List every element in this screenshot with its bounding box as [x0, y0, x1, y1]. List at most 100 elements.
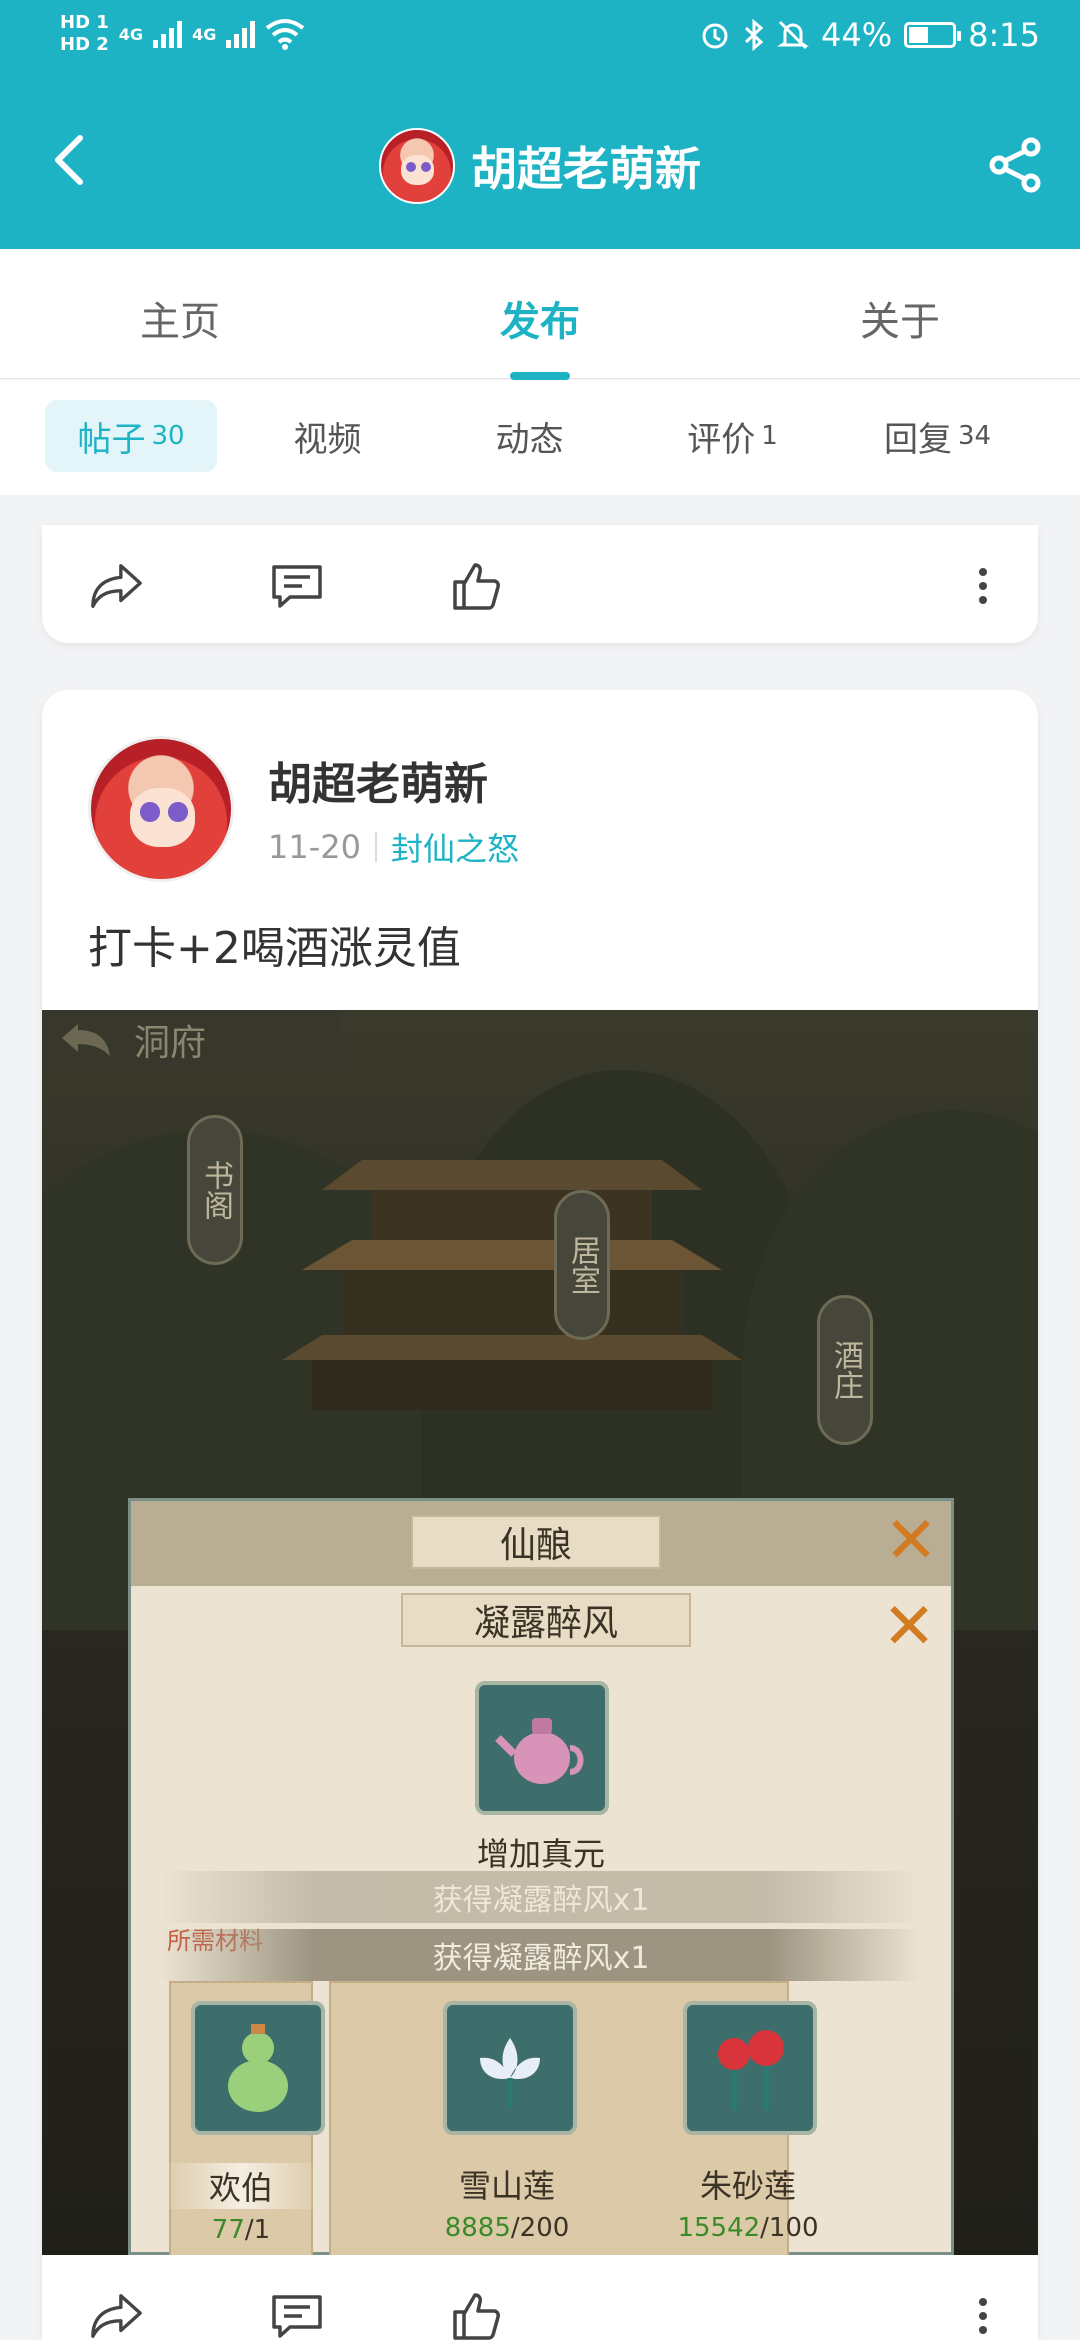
- tab-home[interactable]: 主页: [90, 289, 270, 347]
- comment-icon: [272, 565, 322, 608]
- material-need: /100: [760, 2213, 819, 2243]
- material-have: 77: [211, 2215, 245, 2245]
- subtab-count: 34: [957, 421, 992, 451]
- header-avatar[interactable]: [379, 128, 455, 204]
- item-title: 凝露醉风: [401, 1593, 691, 1647]
- post-image[interactable]: 洞府 书阁 居室 酒庄 仙酿 ✕ 凝露醉风 ✕ 增加真元 获得凝露醉风x1 所需…: [42, 1010, 1038, 2255]
- subtab-label: 动态: [495, 419, 564, 460]
- close-icon: ✕: [884, 1504, 938, 1578]
- material-count-2: 8885/200: [407, 2213, 607, 2243]
- like-button[interactable]: [450, 559, 504, 613]
- material-item-2: [443, 2001, 577, 2135]
- battery-icon: [904, 22, 962, 48]
- material-have: 8885: [444, 2213, 511, 2243]
- hd2-label: HD 2: [60, 34, 109, 55]
- forward-button[interactable]: [90, 2289, 144, 2340]
- post-author-row: 胡超老萌新 11-20 封仙之怒: [88, 736, 519, 882]
- like-icon: [453, 2293, 500, 2340]
- status-bar: HD 1 HD 2 4G 4G 44% 8:15: [0, 0, 1080, 80]
- game-tag[interactable]: 封仙之怒: [391, 824, 519, 870]
- author-name[interactable]: 胡超老萌新: [268, 748, 519, 812]
- subtab-label: 帖子: [77, 419, 146, 460]
- more-icon: [979, 568, 987, 604]
- game-nav: 洞府: [42, 1010, 342, 1070]
- bluetooth-icon: [744, 19, 764, 51]
- hd1-label: HD 1: [60, 12, 109, 33]
- post-date: 11-20: [268, 828, 361, 866]
- page-title: 胡超老萌新: [471, 142, 701, 196]
- share-icon: [989, 137, 1041, 193]
- sign-right: 酒庄: [817, 1295, 873, 1445]
- mute-icon: [777, 20, 809, 50]
- material-name-3: 朱砂莲: [699, 2167, 796, 2205]
- signal1-icon: [153, 20, 183, 48]
- scene-palace: [282, 1160, 742, 1410]
- subtab-videos[interactable]: 视频: [245, 400, 410, 472]
- reward-banner-ghost: 获得凝露醉风x1: [161, 1871, 921, 1923]
- profile-header: 胡超老萌新: [0, 100, 1080, 230]
- comment-icon: [272, 2295, 322, 2338]
- forward-icon: [91, 564, 142, 608]
- subtab-replies[interactable]: 回复 34: [855, 400, 1020, 472]
- dialog-header-label: 仙酿: [411, 1515, 661, 1569]
- more-button[interactable]: [956, 2289, 1010, 2340]
- author-avatar[interactable]: [88, 736, 234, 882]
- game-back-icon: [62, 1024, 110, 1056]
- clock: 8:15: [968, 16, 1040, 54]
- subtab-reviews[interactable]: 评价 1: [650, 400, 815, 472]
- network2-label: 4G: [192, 24, 217, 44]
- header-center: 胡超老萌新: [0, 128, 1080, 204]
- game-dialog: 仙酿 ✕ 凝露醉风 ✕ 增加真元 获得凝露醉风x1 所需材料 获得凝露醉风x1 …: [128, 1498, 954, 2255]
- subtab-activity[interactable]: 动态: [447, 400, 612, 472]
- more-icon: [979, 2298, 987, 2334]
- battery-fill: [909, 27, 928, 43]
- wifi-icon: [266, 19, 305, 50]
- close-icon: ✕: [882, 1590, 936, 1664]
- more-button[interactable]: [956, 559, 1010, 613]
- status-left: HD 1 HD 2 4G 4G: [60, 12, 305, 56]
- subtab-label: 视频: [293, 419, 362, 460]
- cinnabar-lotus-icon: [718, 2030, 784, 2110]
- post-text[interactable]: 打卡+2喝酒涨灵值: [88, 912, 461, 976]
- meta-divider: [374, 832, 377, 862]
- like-icon: [453, 563, 500, 610]
- signal2-icon: [226, 20, 256, 48]
- main-tabs: 主页 发布 关于: [0, 249, 1080, 379]
- subtab-count: 1: [761, 421, 778, 451]
- comment-button[interactable]: [270, 2289, 324, 2340]
- subtab-posts[interactable]: 帖子 30: [45, 400, 217, 472]
- material-item-3: [683, 2001, 817, 2135]
- author-info: 胡超老萌新 11-20 封仙之怒: [268, 748, 519, 870]
- previous-post-card: [42, 525, 1038, 643]
- hd-indicator: HD 1 HD 2: [60, 12, 109, 56]
- forward-icon: [91, 2294, 142, 2338]
- material-have: 15542: [677, 2213, 761, 2243]
- forward-button[interactable]: [90, 559, 144, 613]
- like-button[interactable]: [450, 2289, 504, 2340]
- material-need: /1: [244, 2215, 271, 2245]
- post-meta: 11-20 封仙之怒: [268, 824, 519, 870]
- avatar-eye: [140, 802, 160, 822]
- sub-tabs: 帖子 30 视频 动态 评价 1 回复 34: [0, 380, 1080, 495]
- post-actions: [42, 525, 1038, 643]
- subtab-count: 30: [151, 421, 185, 451]
- tab-indicator: [510, 372, 570, 380]
- avatar-eye: [168, 802, 188, 822]
- material-item-1: [191, 2001, 325, 2135]
- battery-percent: 44%: [821, 16, 893, 54]
- game-nav-title: 洞府: [134, 1023, 207, 1064]
- comment-button[interactable]: [270, 559, 324, 613]
- tab-publish[interactable]: 发布: [450, 289, 630, 347]
- share-button[interactable]: [980, 130, 1050, 200]
- sign-mid: 居室: [554, 1190, 610, 1340]
- subtab-label: 回复: [883, 419, 952, 460]
- teapot-icon: [495, 1718, 584, 1784]
- tab-about[interactable]: 关于: [810, 289, 990, 347]
- material-count-1: 77/1: [141, 2215, 341, 2245]
- reward-banner: 获得凝露醉风x1: [161, 1929, 921, 1981]
- status-right: 44% 8:15: [699, 16, 1040, 54]
- material-name-1: 欢伯: [161, 2163, 321, 2209]
- subtab-label: 评价: [687, 419, 756, 460]
- material-name-2: 雪山莲: [458, 2167, 555, 2205]
- network1-label: 4G: [118, 24, 144, 44]
